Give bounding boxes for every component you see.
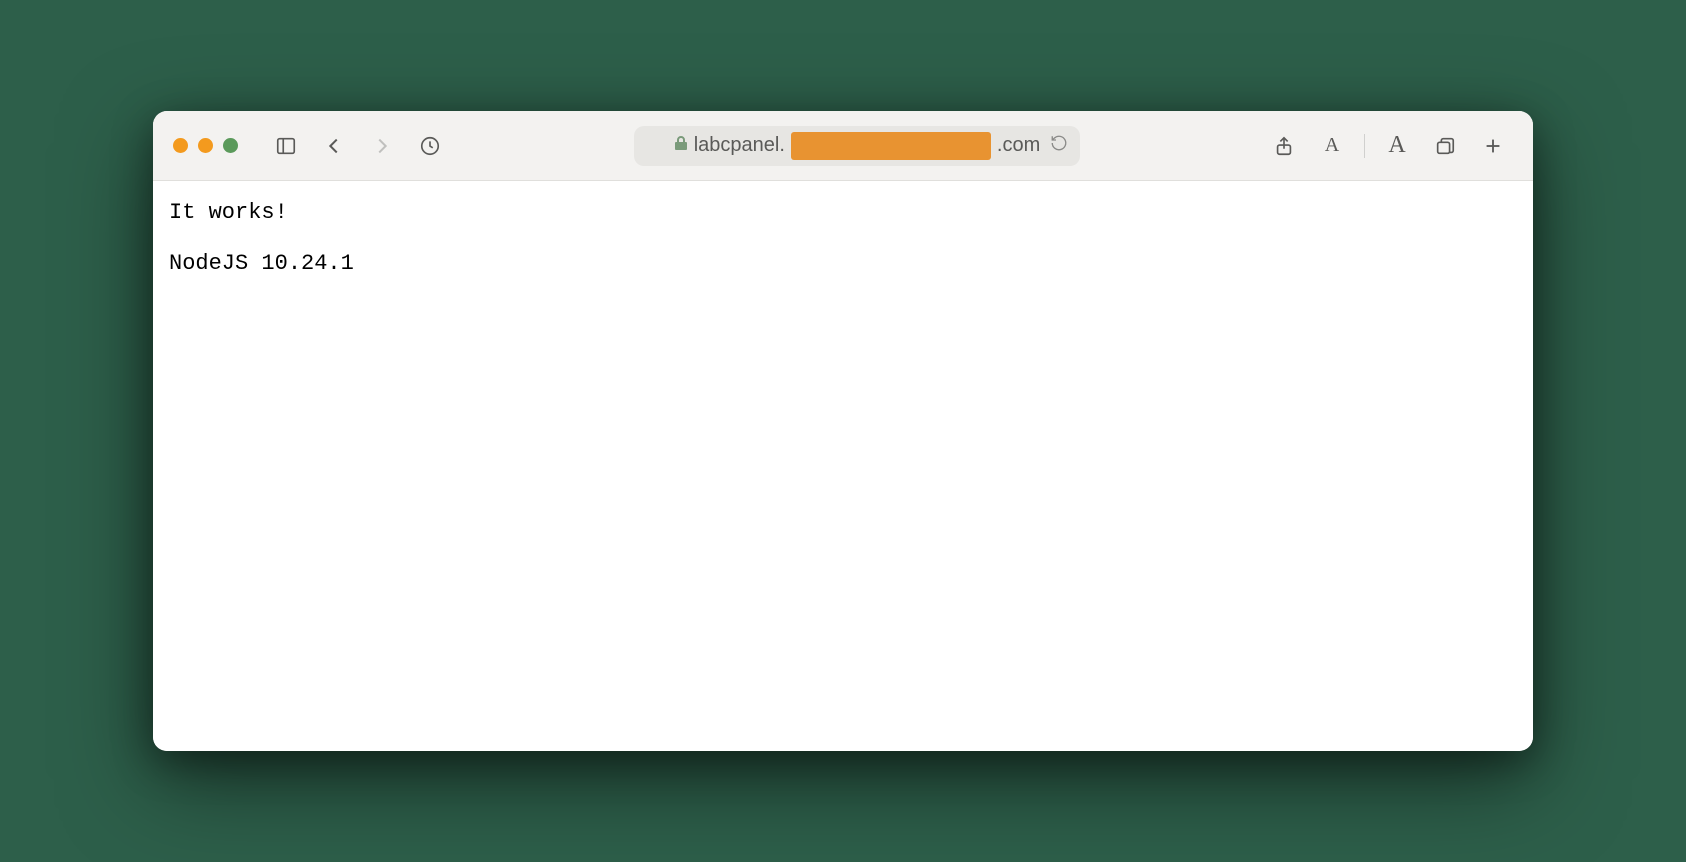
back-button[interactable]	[314, 126, 354, 166]
url-prefix: labcpanel.	[694, 134, 785, 157]
browser-window: labcpanel. .com A A	[153, 111, 1533, 751]
share-icon	[1273, 135, 1295, 157]
window-controls	[173, 138, 238, 153]
tabs-button[interactable]	[1425, 126, 1465, 166]
chevron-left-icon	[323, 135, 345, 157]
url-display: labcpanel. .com	[674, 132, 1041, 160]
url-redacted-segment	[791, 132, 991, 160]
toolbar-divider	[1364, 134, 1365, 158]
close-window-button[interactable]	[173, 138, 188, 153]
forward-button[interactable]	[362, 126, 402, 166]
sidebar-icon	[275, 135, 297, 157]
page-content: It works! NodeJS 10.24.1	[153, 181, 1533, 751]
letter-a-small-icon: A	[1325, 134, 1339, 157]
clock-icon	[419, 135, 441, 157]
sidebar-toggle-button[interactable]	[266, 126, 306, 166]
history-button[interactable]	[410, 126, 450, 166]
plus-icon	[1482, 135, 1504, 157]
reload-button[interactable]	[1050, 134, 1068, 157]
tabs-icon	[1434, 135, 1456, 157]
letter-a-large-icon: A	[1388, 132, 1405, 159]
url-suffix: .com	[997, 134, 1040, 157]
new-tab-button[interactable]	[1473, 126, 1513, 166]
text-size-small-button[interactable]: A	[1312, 126, 1352, 166]
reload-icon	[1050, 134, 1068, 152]
address-bar[interactable]: labcpanel. .com	[634, 126, 1081, 166]
text-size-large-button[interactable]: A	[1377, 126, 1417, 166]
share-button[interactable]	[1264, 126, 1304, 166]
chevron-right-icon	[371, 135, 393, 157]
minimize-window-button[interactable]	[198, 138, 213, 153]
browser-toolbar: labcpanel. .com A A	[153, 111, 1533, 181]
status-text: It works!	[169, 199, 1517, 228]
version-text: NodeJS 10.24.1	[169, 250, 1517, 279]
maximize-window-button[interactable]	[223, 138, 238, 153]
lock-icon	[674, 134, 688, 157]
